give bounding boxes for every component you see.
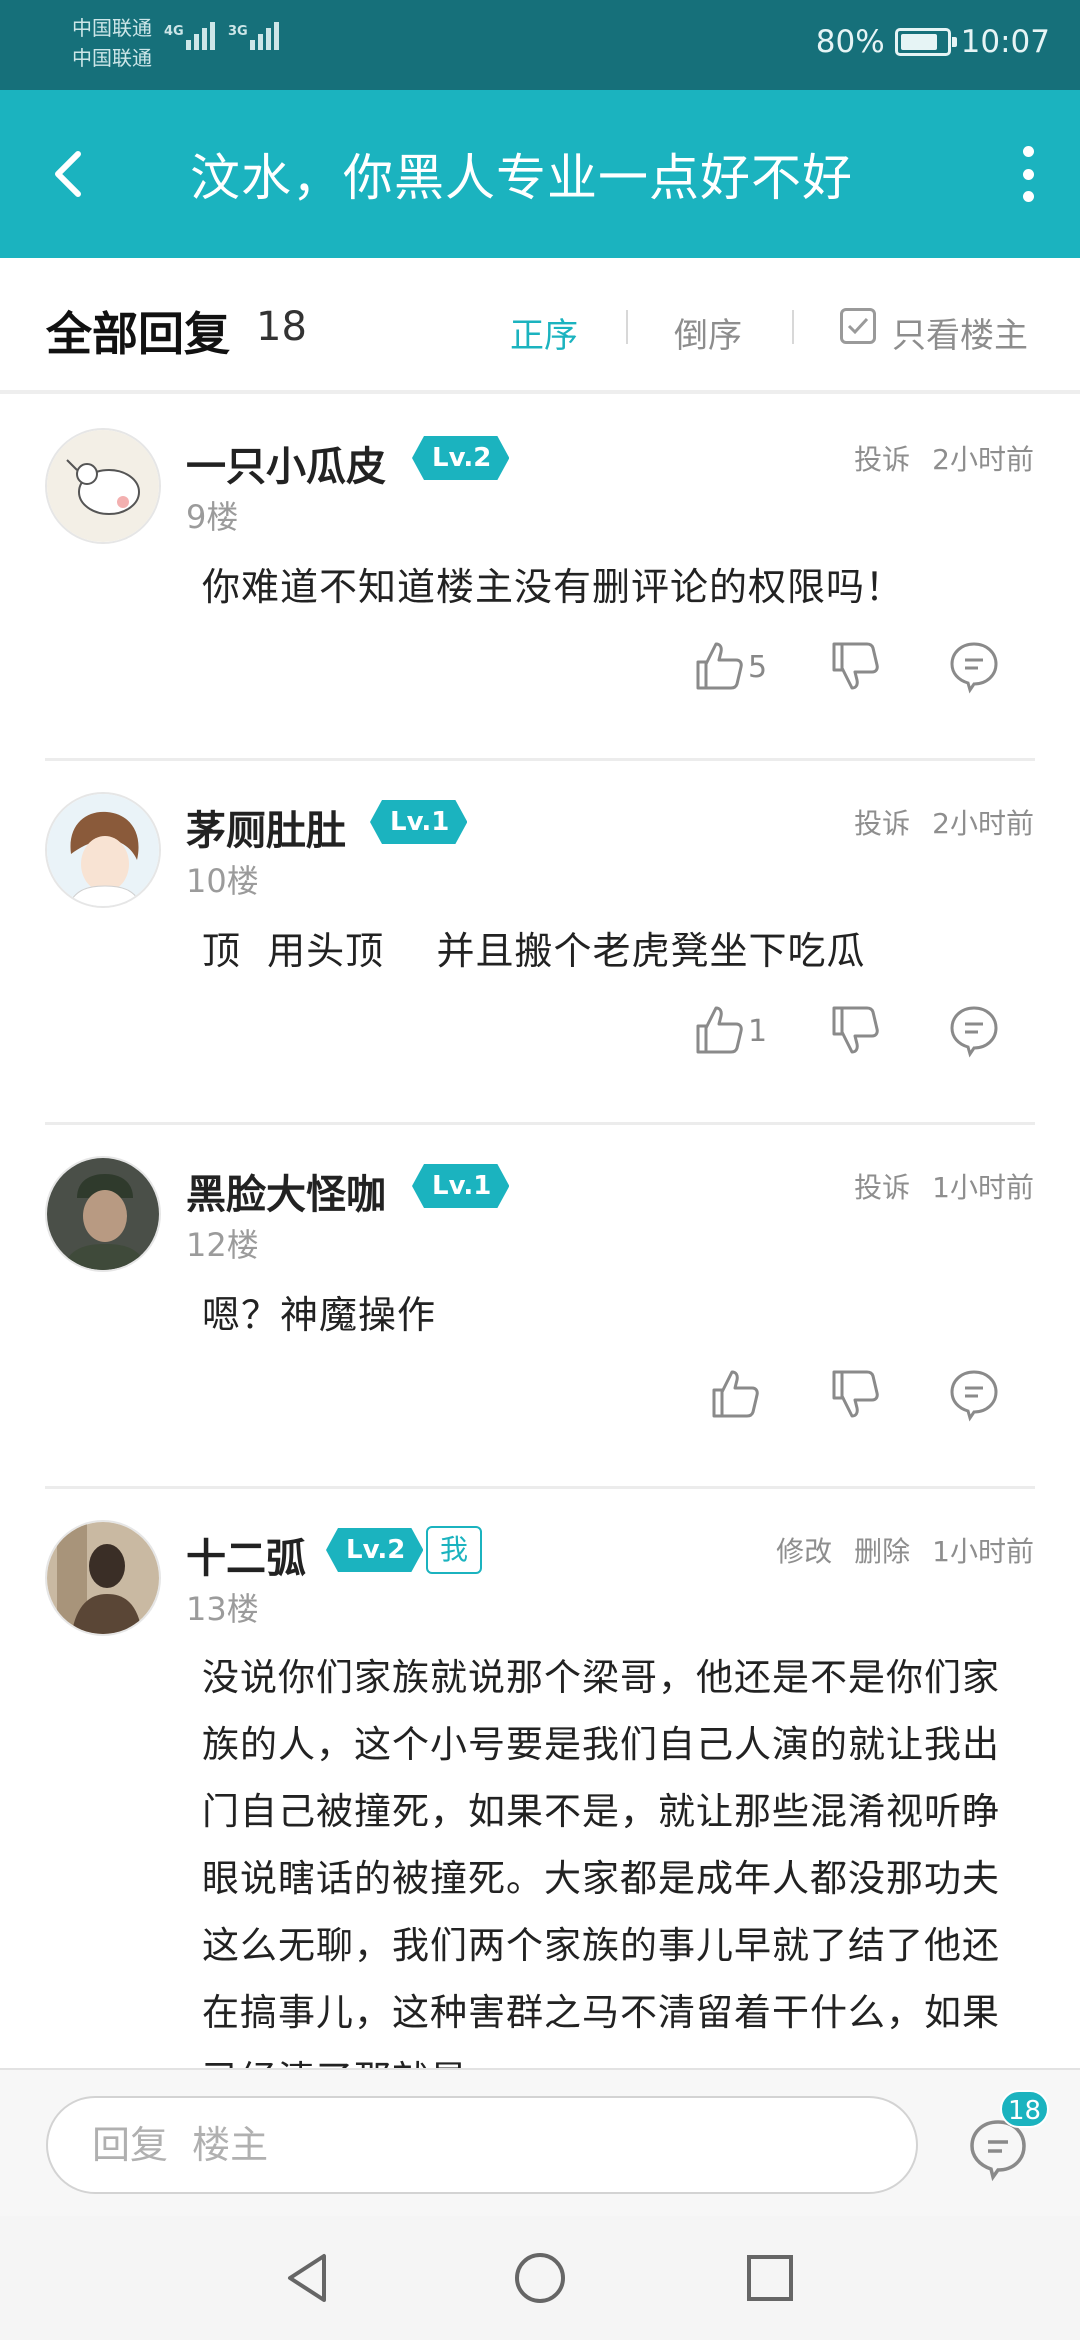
floor-number: 13楼 [186, 1590, 259, 1628]
thumbs-up-icon[interactable] [690, 1002, 746, 1058]
report-link[interactable]: 投诉 [854, 802, 910, 842]
only-op-label[interactable]: 只看楼主 [892, 308, 1028, 357]
reply-count: 18 [256, 304, 307, 350]
level-badge: Lv.2 [326, 1528, 423, 1572]
comment-text: 嗯？神魔操作 [202, 1293, 437, 1337]
timestamp: 2小时前 [932, 807, 1034, 840]
me-badge: 我 [426, 1526, 483, 1574]
carrier-2: 中国联通 [72, 46, 152, 70]
thumbs-up-icon[interactable] [690, 638, 746, 694]
app-header: 汶水，你黑人专业一点好不好 [0, 90, 1080, 258]
divider [792, 310, 794, 344]
check-icon [847, 317, 869, 335]
all-replies-label: 全部回复 [46, 307, 230, 361]
status-bar: 中国联通 中国联通 4G 3G 80% 10:07 [0, 0, 1080, 90]
comment-item: 十二弧 Lv.2 我 修改 删除 1小时前 13楼 没说你们家族就说那个梁哥，他… [0, 1520, 1080, 2068]
sort-descending-tab[interactable]: 倒序 [674, 308, 742, 357]
timestamp: 2小时前 [932, 443, 1034, 476]
nav-home-icon[interactable] [510, 2248, 570, 2308]
comment-text: 没说你们家族就说那个梁哥，他还是不是你们家族的人，这个小号要是我们自己人演的就让… [202, 1656, 1000, 2068]
network-type-2: 3G [228, 24, 248, 39]
signal-icon [186, 22, 215, 50]
floor-number: 9楼 [186, 498, 239, 536]
only-op-checkbox[interactable] [840, 308, 876, 344]
clock: 10:07 [960, 24, 1050, 60]
carrier-1: 中国联通 [72, 16, 152, 40]
username[interactable]: 十二弧 [186, 1526, 306, 1584]
network-type-1: 4G [164, 24, 184, 39]
avatar[interactable] [45, 1156, 161, 1272]
signal-icon [250, 22, 279, 50]
comment-item: 茅厕肚肚 Lv.1 投诉 2小时前 10楼 顶 用头顶 并且搬个老虎凳坐下吃瓜 … [0, 792, 1080, 1122]
floor-number: 10楼 [186, 862, 259, 900]
like-count: 1 [748, 1014, 768, 1049]
level-badge: Lv.1 [370, 800, 467, 844]
divider [45, 758, 1035, 761]
comment-count-badge: 18 [1000, 2090, 1050, 2128]
report-link[interactable]: 投诉 [854, 1166, 910, 1206]
avatar[interactable] [45, 1520, 161, 1636]
reply-icon[interactable] [946, 1366, 1002, 1422]
thumbs-down-icon[interactable] [826, 1366, 882, 1422]
floor-number: 12楼 [186, 1226, 259, 1264]
comment-text: 顶 用头顶 并且搬个老虎凳坐下吃瓜 [202, 929, 866, 973]
username[interactable]: 茅厕肚肚 [186, 798, 346, 856]
page-title: 汶水，你黑人专业一点好不好 [190, 149, 853, 207]
report-link[interactable]: 投诉 [854, 438, 910, 478]
battery-percent: 80% [815, 24, 885, 60]
avatar[interactable] [45, 792, 161, 908]
avatar[interactable] [45, 428, 161, 544]
timestamp: 1小时前 [932, 1171, 1034, 1204]
level-badge: Lv.1 [412, 1164, 509, 1208]
username[interactable]: 一只小瓜皮 [186, 434, 386, 492]
level-badge: Lv.2 [412, 436, 509, 480]
thumbs-down-icon[interactable] [826, 1002, 882, 1058]
like-count: 5 [748, 650, 768, 685]
divider [626, 310, 628, 344]
sort-ascending-tab[interactable]: 正序 [510, 308, 578, 357]
reply-bar: 18 [0, 2068, 1080, 2216]
nav-back-icon[interactable] [278, 2248, 338, 2308]
username[interactable]: 黑脸大怪咖 [186, 1162, 386, 1220]
more-vertical-icon[interactable] [1016, 146, 1040, 202]
thumbs-down-icon[interactable] [826, 638, 882, 694]
divider [45, 1122, 1035, 1125]
timestamp: 1小时前 [932, 1535, 1034, 1568]
comment-text: 你难道不知道楼主没有删评论的权限吗！ [202, 565, 905, 609]
battery-icon [894, 28, 957, 56]
back-arrow-icon[interactable] [44, 144, 104, 204]
nav-recent-icon[interactable] [740, 2248, 800, 2308]
reply-icon[interactable] [946, 638, 1002, 694]
reply-icon[interactable] [946, 1002, 1002, 1058]
reply-input[interactable] [46, 2096, 918, 2194]
comment-item: 黑脸大怪咖 Lv.1 投诉 1小时前 12楼 嗯？神魔操作 [0, 1156, 1080, 1486]
comment-item: 一只小瓜皮 Lv.2 投诉 2小时前 9楼 你难道不知道楼主没有删评论的权限吗！… [0, 428, 1080, 758]
reply-filter-bar: 全部回复 18 正序 倒序 只看楼主 [0, 258, 1080, 394]
edit-link[interactable]: 修改 [776, 1530, 832, 1570]
divider [45, 1486, 1035, 1489]
system-nav-bar [0, 2216, 1080, 2340]
thumbs-up-icon[interactable] [706, 1366, 762, 1422]
delete-link[interactable]: 删除 [854, 1530, 910, 1570]
